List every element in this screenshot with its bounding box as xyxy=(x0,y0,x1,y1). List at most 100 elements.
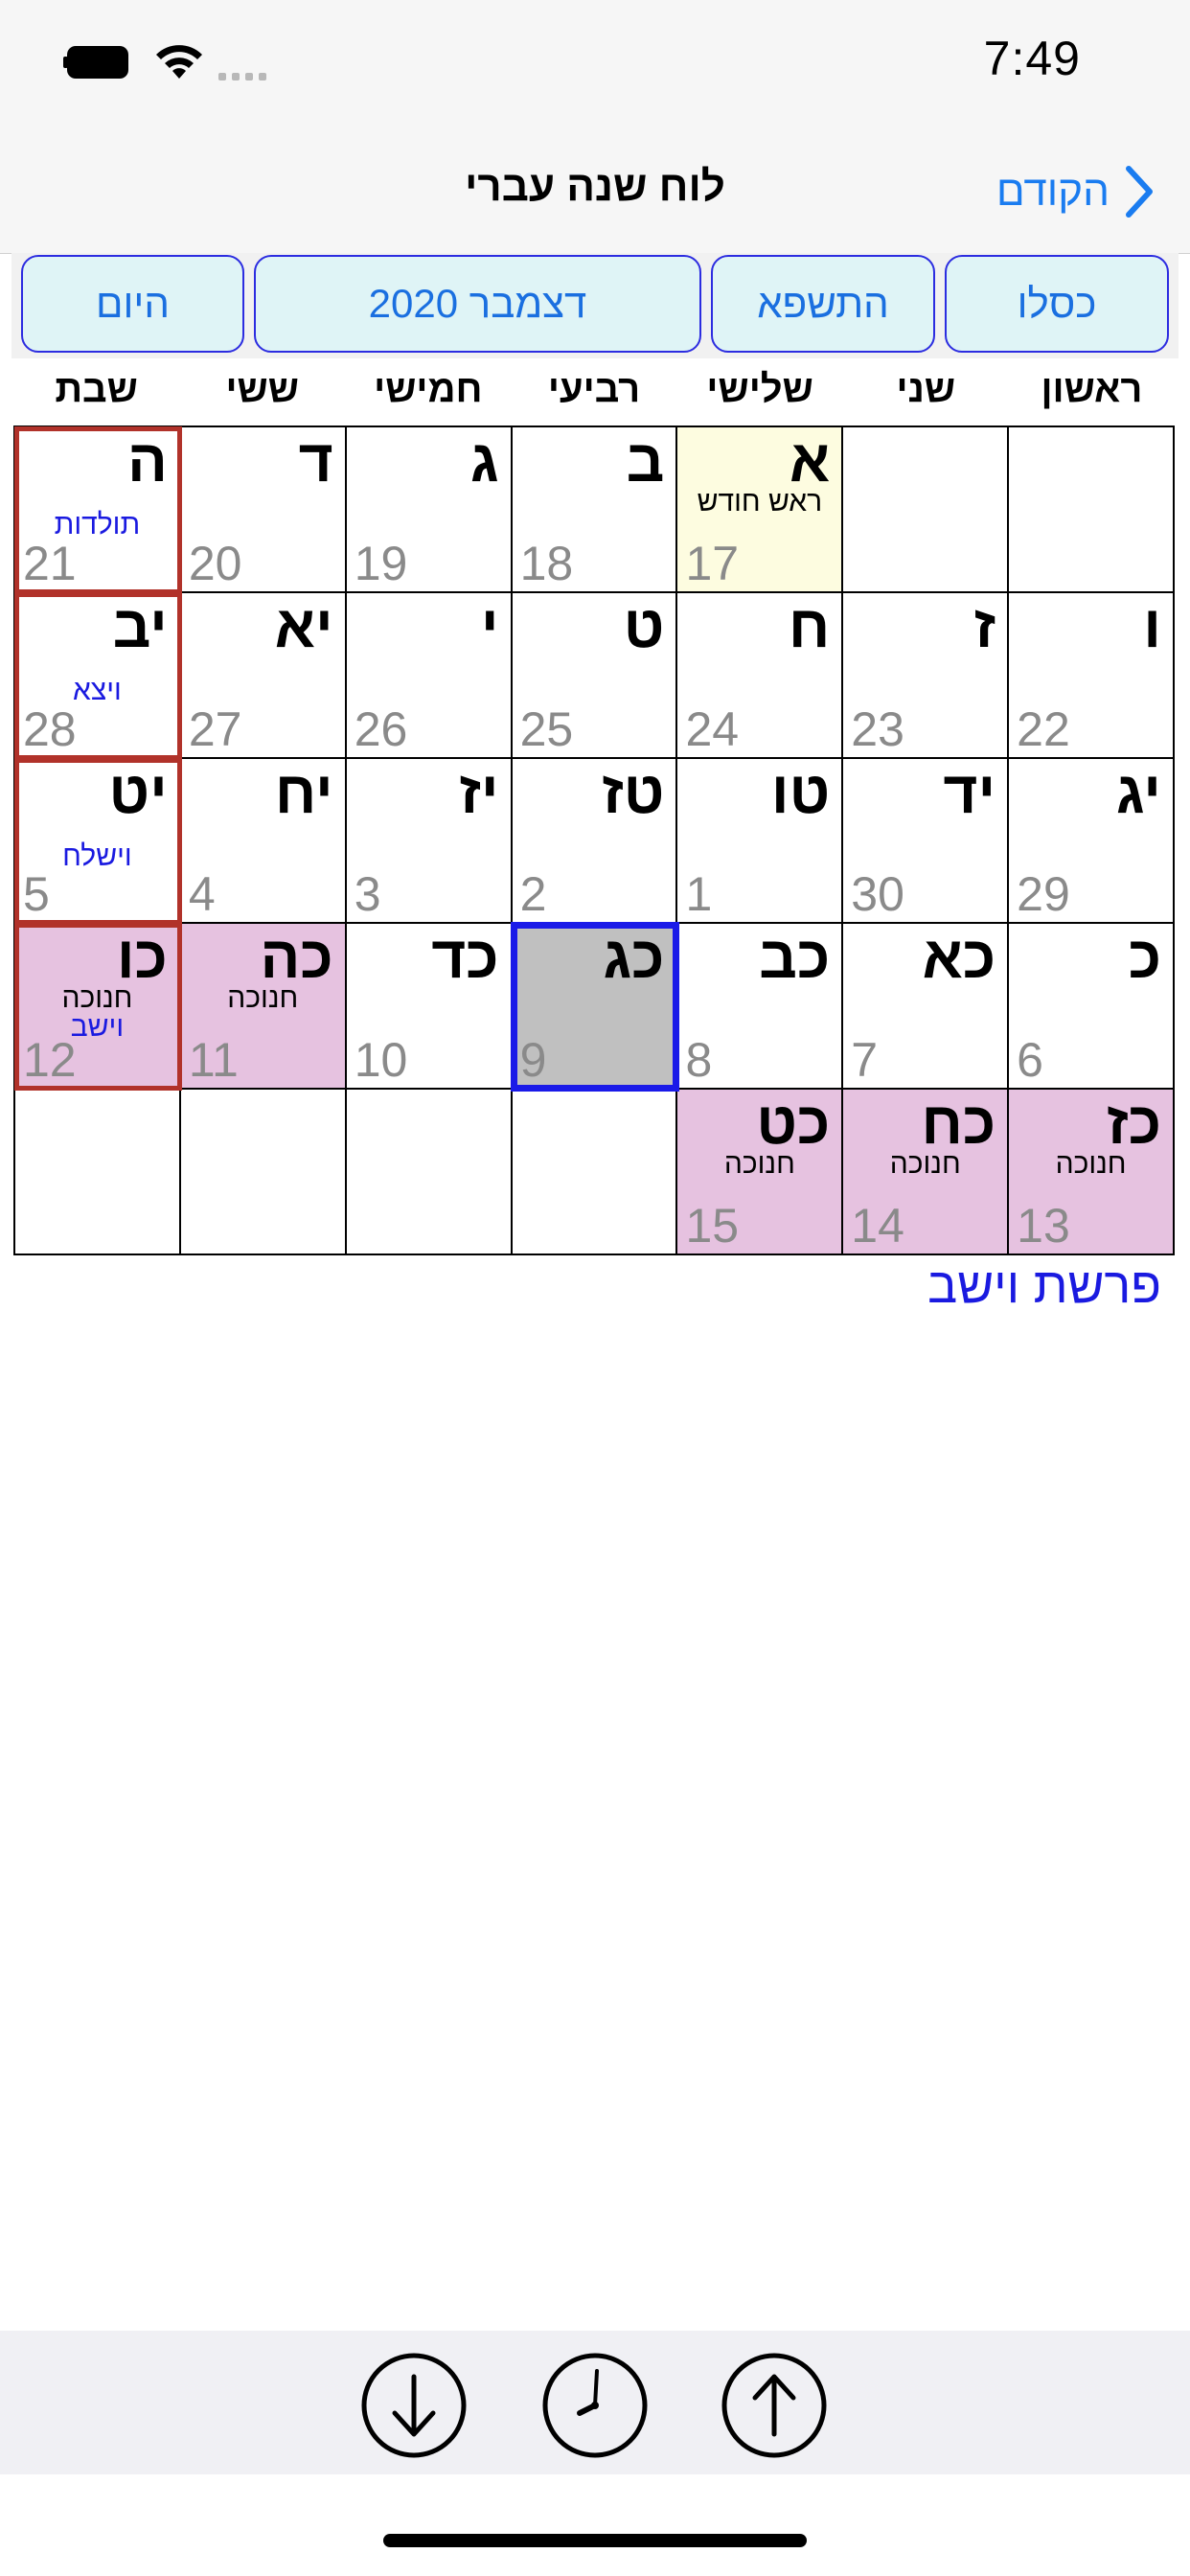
hebrew-date: יח xyxy=(274,759,333,826)
gregorian-date: 27 xyxy=(188,702,242,756)
hebrew-date: ח xyxy=(788,593,831,660)
status-bar: 7:49 xyxy=(0,0,1190,134)
hebrew-date: כז xyxy=(1107,1091,1161,1158)
calendar-day-cell[interactable]: יט וישלח 5 xyxy=(14,757,182,926)
previous-button[interactable]: הקודם xyxy=(996,153,1156,230)
gregorian-date: 19 xyxy=(354,536,408,590)
gregorian-date: 4 xyxy=(188,867,216,922)
calendar-day-cell[interactable]: ד 20 xyxy=(180,427,347,593)
year-button[interactable]: התשפא xyxy=(711,255,935,353)
today-button[interactable]: היום xyxy=(21,255,244,353)
calendar-day-cell xyxy=(180,1090,347,1255)
gregorian-date: 29 xyxy=(1017,867,1070,922)
weekday-label: שבת xyxy=(55,368,138,410)
calendar-day-cell[interactable]: כו חנוכה וישב 12 xyxy=(14,923,182,1092)
gregorian-date: 3 xyxy=(354,867,381,922)
clock-icon[interactable] xyxy=(541,2352,649,2459)
chevron-right-icon xyxy=(1126,166,1153,218)
gregorian-date: 20 xyxy=(188,536,242,590)
calendar-day-cell[interactable]: א ראש חודש 17 xyxy=(677,427,844,593)
month-button[interactable]: כסלו xyxy=(945,255,1169,353)
calendar-day-cell[interactable]: יח 4 xyxy=(180,758,347,925)
gregorian-date: 14 xyxy=(851,1199,904,1253)
gregorian-date: 9 xyxy=(519,1033,547,1088)
weekday-label: רביעי xyxy=(547,368,641,410)
gregorian-date: 5 xyxy=(23,867,50,922)
weekday-label: שני xyxy=(896,368,956,410)
gregorian-date: 6 xyxy=(1017,1033,1043,1088)
calendar-day-cell[interactable]: יז 3 xyxy=(346,758,513,925)
calendar-day-cell[interactable]: יג 29 xyxy=(1009,758,1175,925)
hebrew-date: טו xyxy=(770,759,831,826)
gregorian-date: 17 xyxy=(685,536,740,590)
gregorian-month-button[interactable]: דצמבר 2020 xyxy=(254,255,701,353)
arrow-down-circle-icon[interactable] xyxy=(360,2352,468,2459)
holiday-label: חנוכה xyxy=(61,982,133,1015)
hebrew-date: כח xyxy=(921,1091,996,1158)
battery-icon xyxy=(63,46,132,79)
hebrew-date: יט xyxy=(108,759,168,826)
parasha-label: תולדות xyxy=(54,509,141,540)
gregorian-date: 15 xyxy=(685,1199,740,1253)
parasha-label: ויצא xyxy=(73,674,122,706)
calendar-day-cell[interactable]: כז חנוכה 13 xyxy=(1009,1090,1175,1255)
gregorian-date: 30 xyxy=(851,867,904,922)
hebrew-date: כה xyxy=(260,925,333,992)
gregorian-date: 11 xyxy=(188,1033,239,1088)
calendar-day-cell[interactable]: ב 18 xyxy=(512,427,678,593)
calendar-day-cell xyxy=(346,1090,513,1255)
calendar-day-cell[interactable]: כג 9 xyxy=(510,922,680,1092)
gregorian-date: 13 xyxy=(1017,1199,1070,1253)
holiday-label: חנוכה xyxy=(723,1148,795,1181)
weekday-label: ששי xyxy=(225,368,299,410)
arrow-up-circle-icon[interactable] xyxy=(721,2352,828,2459)
hebrew-date: כב xyxy=(759,925,831,992)
hebrew-date: ב xyxy=(626,428,665,494)
status-time: 7:49 xyxy=(983,32,1081,85)
rosh-chodesh-label: ראש חודש xyxy=(697,486,823,518)
calendar-day-cell[interactable]: יד 30 xyxy=(843,758,1010,925)
calendar-day-cell[interactable]: כא 7 xyxy=(843,924,1010,1091)
calendar-day-cell[interactable]: יא 27 xyxy=(180,592,347,759)
calendar-day-cell[interactable]: טז 2 xyxy=(512,758,678,925)
gregorian-date: 1 xyxy=(685,867,713,922)
gregorian-date: 23 xyxy=(851,702,904,756)
gregorian-date: 12 xyxy=(23,1033,77,1088)
parasha-label: וישלח xyxy=(62,840,132,872)
hebrew-date: יז xyxy=(459,759,499,826)
calendar-day-cell[interactable]: כב 8 xyxy=(677,924,844,1091)
hebrew-date: כג xyxy=(603,925,665,992)
weekday-label: ראשון xyxy=(1041,368,1143,410)
calendar-day-cell[interactable]: ח 24 xyxy=(677,592,844,759)
gregorian-date: 8 xyxy=(685,1033,713,1088)
calendar-day-cell[interactable]: כט חנוכה 15 xyxy=(677,1090,844,1255)
calendar-day-cell[interactable]: ו 22 xyxy=(1009,592,1175,759)
calendar-selector-row: כסלו התשפא דצמבר 2020 היום xyxy=(11,253,1179,358)
gregorian-date: 2 xyxy=(519,867,547,922)
calendar-day-cell[interactable]: ג 19 xyxy=(346,427,513,593)
gregorian-date: 24 xyxy=(685,702,740,756)
calendar-day-cell[interactable]: כח חנוכה 14 xyxy=(843,1090,1010,1255)
calendar-day-cell[interactable]: כד 10 xyxy=(346,924,513,1091)
previous-button-label: הקודם xyxy=(995,168,1110,215)
calendar-day-cell[interactable]: ט 25 xyxy=(512,592,678,759)
gregorian-date: 7 xyxy=(851,1033,879,1088)
home-indicator xyxy=(383,2534,807,2547)
calendar-day-cell[interactable]: ה תולדות 21 xyxy=(14,426,182,594)
hebrew-date: כא xyxy=(922,925,996,992)
calendar-day-cell[interactable]: י 26 xyxy=(346,592,513,759)
hebrew-date: ו xyxy=(1143,593,1161,660)
hebrew-date: יב xyxy=(112,593,168,660)
calendar-day-cell[interactable]: כ6 xyxy=(1009,924,1175,1091)
hebrew-date: ט xyxy=(623,593,665,660)
wifi-icon xyxy=(156,45,202,79)
holiday-label: חנוכה xyxy=(889,1148,961,1181)
gregorian-date: 21 xyxy=(23,536,77,590)
hebrew-date: טז xyxy=(602,759,665,826)
calendar-day-cell[interactable]: טו 1 xyxy=(677,758,844,925)
hebrew-date: ג xyxy=(469,428,499,494)
hebrew-date: יא xyxy=(274,593,333,660)
calendar-day-cell[interactable]: יב ויצא 28 xyxy=(14,591,182,760)
calendar-day-cell[interactable]: כה חנוכה 11 xyxy=(180,924,347,1091)
calendar-day-cell[interactable]: ז 23 xyxy=(843,592,1010,759)
